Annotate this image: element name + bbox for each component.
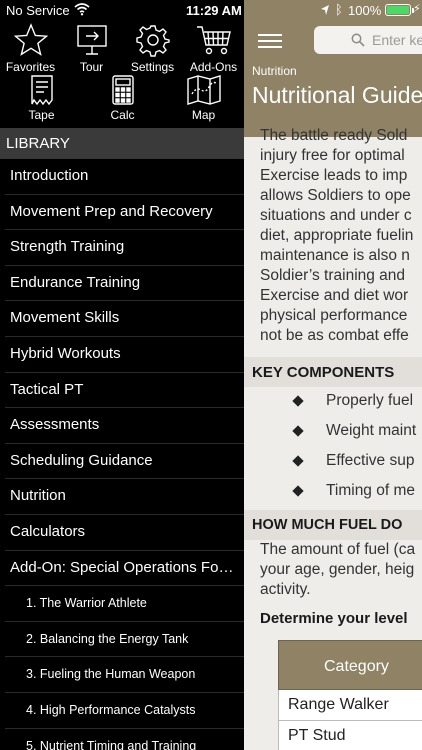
map-label: Map bbox=[191, 108, 216, 122]
list-item: Weight maint bbox=[244, 417, 422, 447]
menu-icon[interactable] bbox=[258, 34, 282, 50]
list-item: Effective sup bbox=[244, 447, 422, 477]
sidebar-item-movement-skills[interactable]: Movement Skills bbox=[5, 301, 244, 337]
battery-icon bbox=[385, 4, 414, 16]
favorites-label: Favorites bbox=[5, 60, 56, 74]
intro-line: The battle ready Sold bbox=[260, 127, 408, 144]
sidebar-subitem-performance-catalysts[interactable]: 4. High Performance Catalysts bbox=[5, 693, 244, 729]
sidebar-item-endurance-training[interactable]: Endurance Training bbox=[5, 266, 244, 302]
sidebar-subitem-human-weapon[interactable]: 3. Fueling the Human Weapon bbox=[5, 657, 244, 693]
location-arrow-icon bbox=[321, 5, 329, 15]
sidebar-subitem-energy-tank[interactable]: 2. Balancing the Energy Tank bbox=[5, 622, 244, 658]
sidebar-item-tactical-pt[interactable]: Tactical PT bbox=[5, 373, 244, 409]
sidebar-subitem-warrior-athlete[interactable]: 1. The Warrior Athlete bbox=[5, 586, 244, 622]
intro-line: physical performance bbox=[260, 307, 408, 324]
list-item-text: Weight maint bbox=[326, 422, 417, 439]
fuel-line: your age, gender, heig bbox=[260, 561, 415, 578]
charging-bolt-icon: ⚡ bbox=[413, 3, 421, 15]
sidebar-item-add-on-special-operations[interactable]: Add-On: Special Operations For… bbox=[5, 551, 244, 587]
status-time: 11:29 AM bbox=[186, 3, 242, 18]
add-ons-button[interactable]: Add-Ons bbox=[183, 23, 244, 74]
sidebar: Favorites Tour Settings Add-Ons Tape Cal… bbox=[0, 20, 244, 750]
fuel-section-header: HOW MUCH FUEL DO bbox=[244, 510, 422, 540]
battery-fill bbox=[387, 6, 409, 14]
bullet-diamond-icon bbox=[292, 395, 304, 407]
key-components-list: Properly fuel Weight maint Effective sup… bbox=[244, 387, 422, 507]
breadcrumb: Nutrition bbox=[252, 64, 297, 78]
sidebar-item-hybrid-workouts[interactable]: Hybrid Workouts bbox=[5, 337, 244, 373]
carrier-label: No Service bbox=[6, 3, 70, 18]
sidebar-item-introduction[interactable]: Introduction bbox=[5, 159, 244, 195]
key-components-header: KEY COMPONENTS bbox=[244, 357, 422, 387]
cart-icon bbox=[196, 26, 231, 55]
gear-icon bbox=[135, 25, 170, 57]
bullet-diamond-icon bbox=[292, 455, 304, 467]
library-header: LIBRARY bbox=[0, 128, 244, 159]
calc-button[interactable]: Calc bbox=[92, 75, 153, 122]
intro-paragraph: The battle ready Sold injury free for op… bbox=[260, 126, 422, 346]
intro-line: Exercise leads to imp bbox=[260, 167, 408, 184]
search-input[interactable]: Enter ke bbox=[314, 26, 422, 54]
table-row: Range Walker bbox=[278, 690, 422, 721]
intro-line: diet, appropriate fuelin bbox=[260, 227, 414, 244]
list-item-text: Effective sup bbox=[326, 452, 415, 469]
tape-label: Tape bbox=[28, 108, 55, 122]
sidebar-item-movement-prep[interactable]: Movement Prep and Recovery bbox=[5, 195, 244, 231]
page-title: Nutritional Guide bbox=[252, 82, 422, 108]
calc-label: Calc bbox=[110, 108, 135, 122]
map-button[interactable]: Map bbox=[173, 75, 234, 122]
search-icon bbox=[351, 33, 365, 47]
add-ons-label: Add-Ons bbox=[189, 60, 238, 74]
sidebar-item-calculators[interactable]: Calculators bbox=[5, 515, 244, 551]
sidebar-item-assessments[interactable]: Assessments bbox=[5, 408, 244, 444]
intro-line: situations and under c bbox=[260, 207, 412, 224]
content-panel: Enter ke Nutrition Nutritional Guide The… bbox=[244, 20, 422, 750]
map-icon bbox=[186, 75, 221, 105]
list-item: Properly fuel bbox=[244, 387, 422, 417]
settings-label: Settings bbox=[130, 60, 175, 74]
intro-line: not be as combat effe bbox=[260, 327, 409, 344]
table-row: PT Stud bbox=[278, 721, 422, 750]
settings-button[interactable]: Settings bbox=[122, 23, 183, 74]
sidebar-item-nutrition[interactable]: Nutrition bbox=[5, 479, 244, 515]
fuel-line: activity. bbox=[260, 581, 311, 598]
bluetooth-icon: ᛒ bbox=[335, 2, 343, 17]
wifi-icon bbox=[74, 3, 90, 16]
search-placeholder: Enter ke bbox=[372, 32, 422, 48]
tape-icon bbox=[30, 75, 53, 105]
intro-line: maintenance is also n bbox=[260, 247, 410, 264]
tour-icon bbox=[76, 25, 107, 55]
category-table: Category Range Walker PT Stud bbox=[278, 640, 422, 750]
favorites-button[interactable]: Favorites bbox=[0, 23, 61, 74]
table-header-category: Category bbox=[278, 640, 422, 690]
determine-level-heading: Determine your level bbox=[260, 610, 408, 627]
intro-line: allows Soldiers to ope bbox=[260, 187, 411, 204]
fuel-line: The amount of fuel (ca bbox=[260, 541, 416, 558]
intro-line: injury free for optimal bbox=[260, 147, 405, 164]
bullet-diamond-icon bbox=[292, 485, 304, 497]
tape-button[interactable]: Tape bbox=[11, 75, 72, 122]
battery-percent: 100% bbox=[348, 3, 382, 18]
status-bar-left: No Service 11:29 AM bbox=[0, 0, 244, 20]
tour-label: Tour bbox=[79, 60, 104, 74]
sidebar-subitem-nutrient-timing[interactable]: 5. Nutrient Timing and Training bbox=[5, 729, 244, 750]
nav-bar: Enter ke bbox=[244, 20, 422, 62]
status-bar-right: ᛒ 100% ⚡ bbox=[244, 0, 422, 20]
list-item-text: Timing of me bbox=[326, 482, 416, 499]
fuel-paragraph: The amount of fuel (ca your age, gender,… bbox=[260, 540, 422, 600]
sidebar-item-strength-training[interactable]: Strength Training bbox=[5, 230, 244, 266]
intro-line: Soldier’s training and bbox=[260, 267, 406, 284]
intro-line: Exercise and diet wor bbox=[260, 287, 409, 304]
star-icon bbox=[13, 23, 48, 56]
list-item-text: Properly fuel bbox=[326, 392, 414, 409]
library-menu: Introduction Movement Prep and Recovery … bbox=[0, 159, 244, 750]
tour-button[interactable]: Tour bbox=[61, 23, 122, 74]
bullet-diamond-icon bbox=[292, 425, 304, 437]
sidebar-item-scheduling-guidance[interactable]: Scheduling Guidance bbox=[5, 444, 244, 480]
calculator-icon bbox=[111, 75, 134, 105]
list-item: Timing of me bbox=[244, 477, 422, 507]
